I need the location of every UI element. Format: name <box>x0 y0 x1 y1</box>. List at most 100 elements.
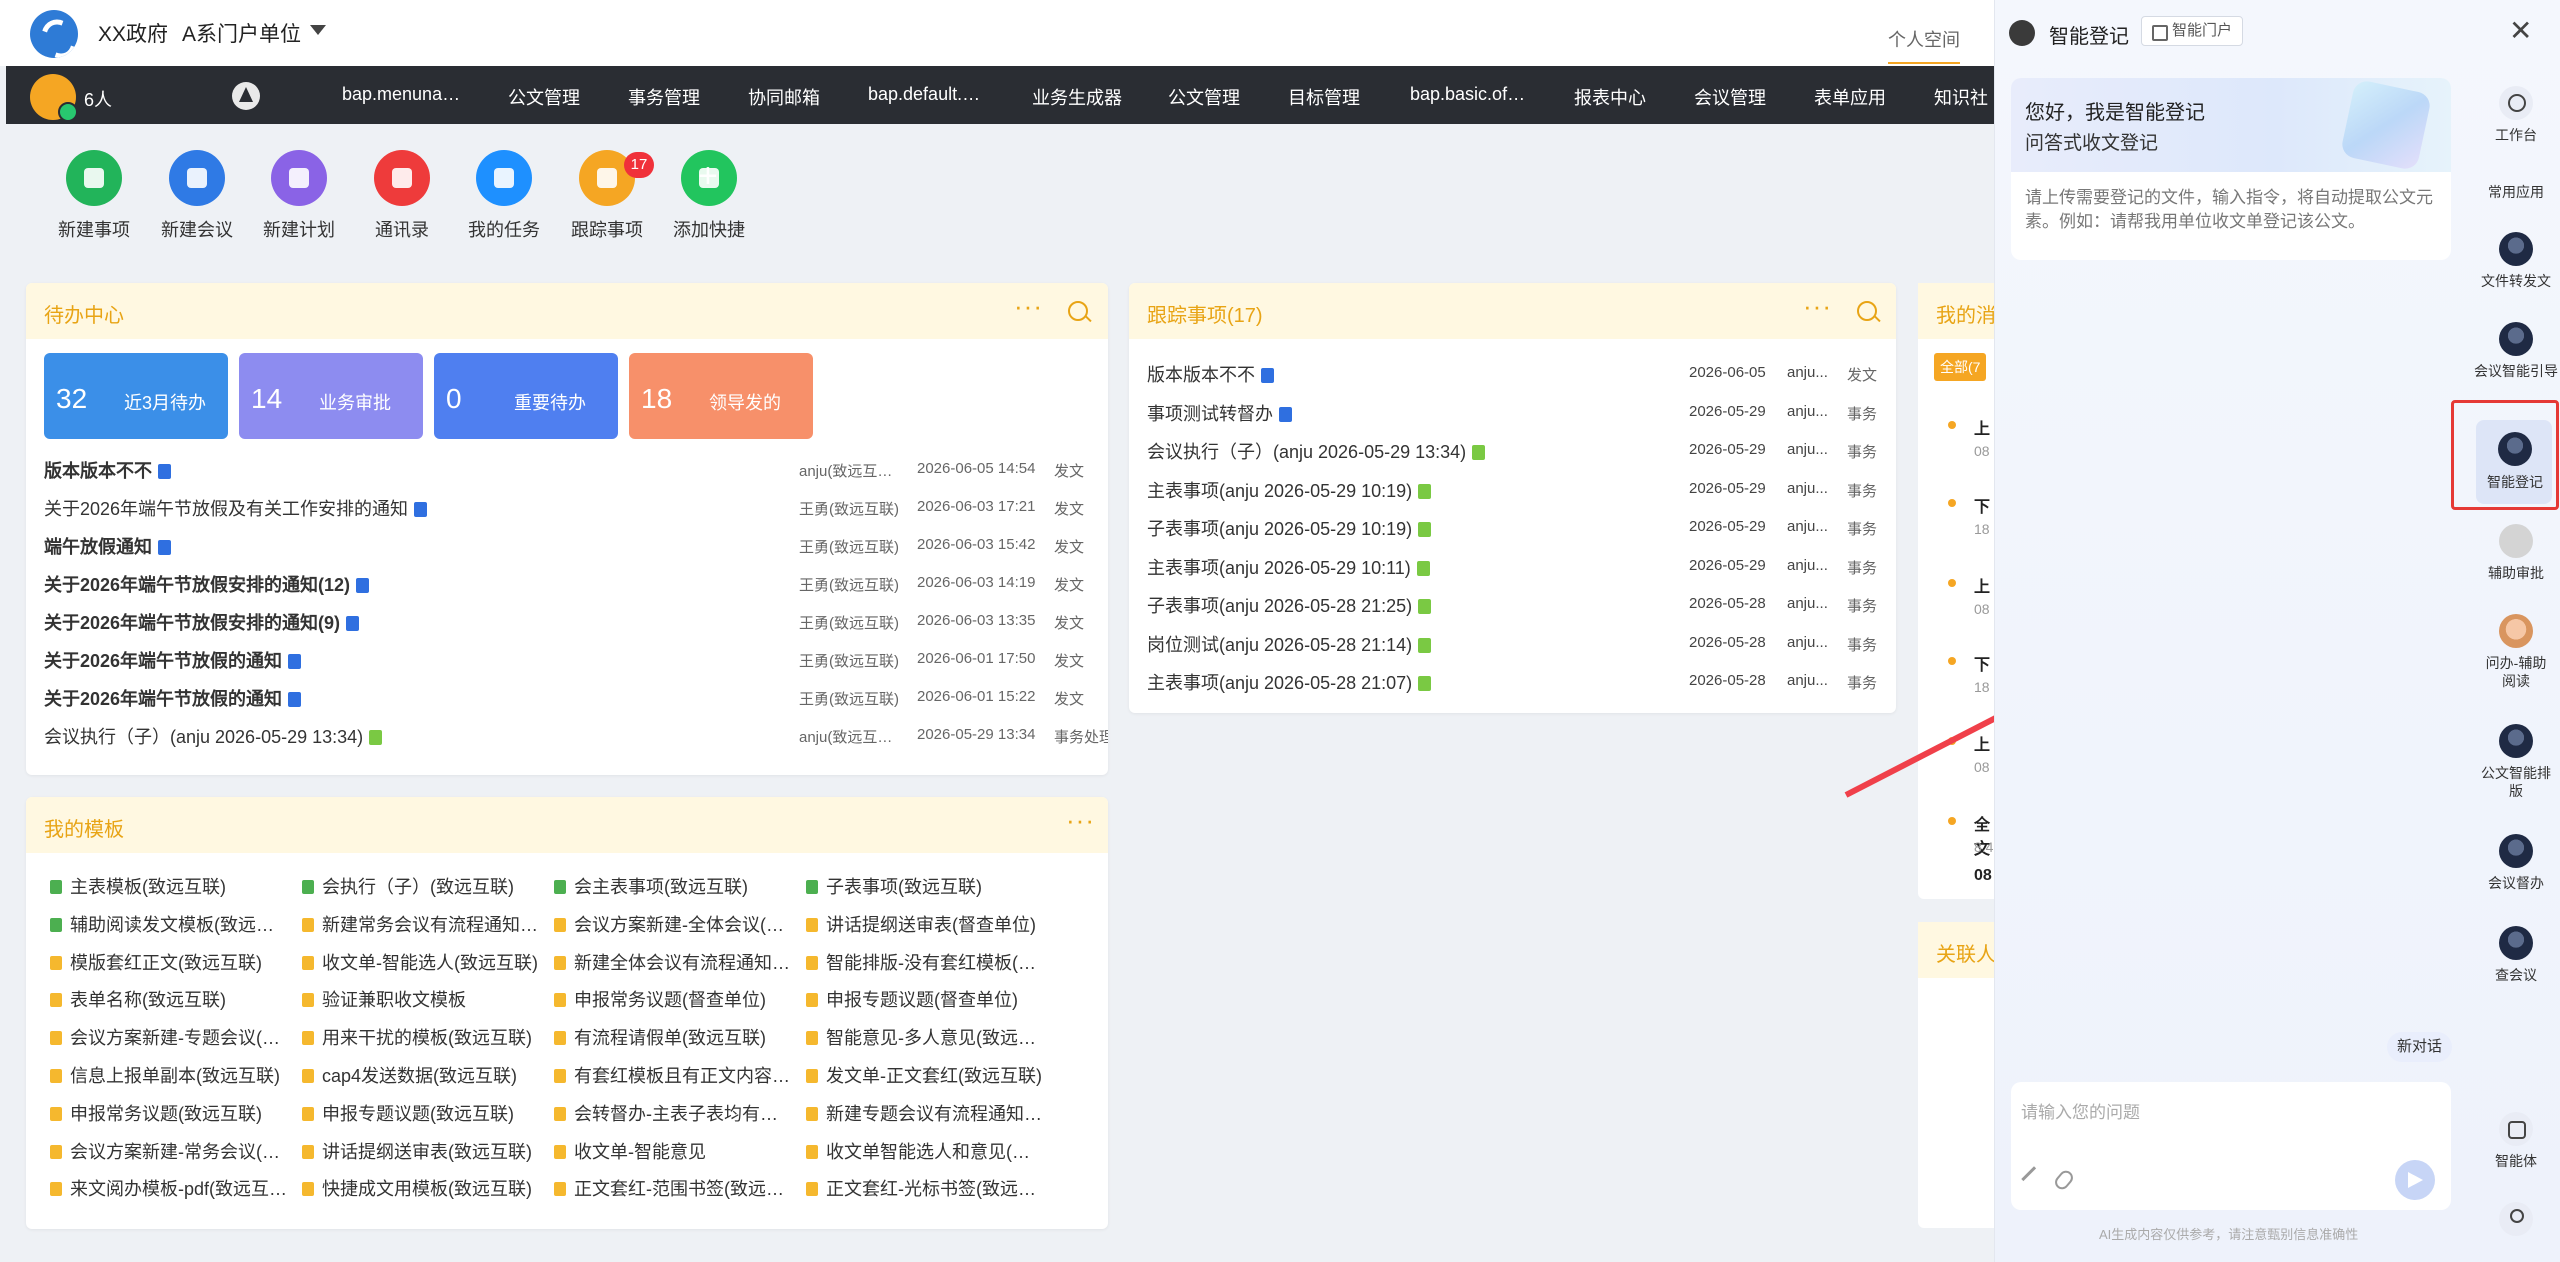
nav-item[interactable]: bap.default.… <box>868 84 980 105</box>
template-item[interactable]: 表单名称(致远互联) <box>50 986 290 1012</box>
message-snippet[interactable]: 上 <box>1974 573 1990 597</box>
rail-user[interactable] <box>2471 1202 2560 1236</box>
todo-row[interactable]: 关于2026年端午节放假安排的通知(9) 王勇(致远互联) 2026-06-03 1… <box>44 601 1094 639</box>
template-item[interactable]: 申报专题议题(督查单位) <box>806 986 1046 1012</box>
template-item[interactable]: 新建全体会议有流程通知… <box>554 949 794 975</box>
template-item[interactable]: 模版套红正文(致远互联) <box>50 949 290 975</box>
tracking-row[interactable]: 子表事项(anju 2026-05-29 10:19) 2026-05-29 anj… <box>1147 507 1887 545</box>
message-snippet[interactable]: 上 <box>1974 731 1990 755</box>
todo-row[interactable]: 端午放假通知 王勇(致远互联) 2026-06-03 15:42 发文 <box>44 525 1094 563</box>
message-snippet[interactable]: 下 <box>1974 493 1990 517</box>
todo-title[interactable]: 关于2026年端午节放假的通知 <box>44 651 282 671</box>
template-item[interactable]: cap4发送数据(致远互联) <box>302 1062 542 1088</box>
tracking-row[interactable]: 子表事项(anju 2026-05-28 21:25) 2026-05-28 anj… <box>1147 584 1887 622</box>
template-item[interactable]: 子表事项(致远互联) <box>806 873 1046 899</box>
template-item[interactable]: 用来干扰的模板(致远互联) <box>302 1024 542 1050</box>
nav-item[interactable]: bap.menuna… <box>342 84 460 105</box>
todo-title[interactable]: 端午放假通知 <box>44 537 152 557</box>
todo-row[interactable]: 关于2026年端午节放假的通知 王勇(致远互联) 2026-06-01 15:22 发… <box>44 677 1094 715</box>
rail-meeting-supervise[interactable]: 会议督办 <box>2471 834 2560 892</box>
tracking-title[interactable]: 子表事项(anju 2026-05-28 21:25) <box>1147 596 1412 616</box>
rail-workbench[interactable]: 工作台 <box>2471 86 2560 144</box>
rail-smart-register-active[interactable]: 智能登记 <box>2470 432 2560 492</box>
template-item[interactable]: 申报常务议题(督查单位) <box>554 986 794 1012</box>
filter-all-tab[interactable]: 全部(7 <box>1934 353 1987 381</box>
message-snippet[interactable]: 08 <box>1974 443 1990 459</box>
template-item[interactable]: 会执行（子）(致远互联) <box>302 873 542 899</box>
rail-meeting-guide[interactable]: 会议智能引导 <box>2471 322 2560 380</box>
nav-item[interactable]: 知识社 <box>1934 84 1988 110</box>
todo-row[interactable]: 关于2026年端午节放假的通知 王勇(致远互联) 2026-06-01 17:50 发… <box>44 639 1094 677</box>
online-people-count[interactable]: 6人 <box>84 86 112 112</box>
nav-logo-icon[interactable] <box>232 82 260 110</box>
question-input[interactable]: 请输入您的问题 <box>2011 1082 2451 1210</box>
template-item[interactable]: 来文阅办模板-pdf(致远互… <box>50 1175 290 1201</box>
template-item[interactable]: 正文套红-范围书签(致远… <box>554 1175 794 1201</box>
quick-new-meeting[interactable]: 新建会议 <box>147 150 247 242</box>
new-chat-button[interactable]: 新对话 <box>2387 1032 2453 1062</box>
todo-title[interactable]: 关于2026年端午节放假及有关工作安排的通知 <box>44 499 408 519</box>
chevron-down-icon[interactable] <box>310 25 326 35</box>
message-snippet[interactable]: 上 <box>1974 415 1990 439</box>
template-item[interactable]: 会议方案新建-全体会议(… <box>554 911 794 937</box>
quick-my-tasks[interactable]: 我的任务 <box>454 150 554 242</box>
tracking-title[interactable]: 主表事项(anju 2026-05-29 10:11) <box>1147 558 1411 578</box>
template-item[interactable]: 讲话提纲送审表(督查单位) <box>806 911 1046 937</box>
template-item[interactable]: 会议方案新建-常务会议(… <box>50 1138 290 1164</box>
template-item[interactable]: 正文套红-光标书签(致远… <box>806 1175 1046 1201</box>
template-item[interactable]: 新建专题会议有流程通知… <box>806 1100 1046 1126</box>
tracking-title[interactable]: 子表事项(anju 2026-05-29 10:19) <box>1147 519 1412 539</box>
template-item[interactable]: 快捷成文用模板(致远互联) <box>302 1175 542 1201</box>
template-item[interactable]: 信息上报单副本(致远互联) <box>50 1062 290 1088</box>
tracking-row[interactable]: 主表事项(anju 2026-05-29 10:11) 2026-05-29 anj… <box>1147 546 1887 584</box>
tab-personal-space[interactable]: 个人空间 <box>1888 26 1960 64</box>
todo-card-recent[interactable]: 32 近3月待办 <box>44 353 228 439</box>
template-item[interactable]: 有套红模板且有正文内容… <box>554 1062 794 1088</box>
rail-file-to-doc[interactable]: 文件转发文 <box>2471 232 2560 290</box>
rail-assist-read[interactable]: 问办-辅助阅读 <box>2471 614 2560 690</box>
nav-item[interactable]: 协同邮箱 <box>748 84 820 110</box>
more-icon[interactable]: ··· <box>1014 291 1043 322</box>
nav-item[interactable]: 公文管理 <box>1168 84 1240 110</box>
message-snippet[interactable]: 18 <box>1974 679 1990 695</box>
template-item[interactable]: 智能意见-多人意见(致远… <box>806 1024 1046 1050</box>
rail-agent[interactable]: 智能体 <box>2471 1112 2560 1170</box>
template-item[interactable]: 会议方案新建-专题会议(… <box>50 1024 290 1050</box>
template-item[interactable]: 新建常务会议有流程通知… <box>302 911 542 937</box>
quick-add-shortcut[interactable]: + 添加快捷 <box>659 150 759 242</box>
search-icon[interactable] <box>1068 301 1088 321</box>
todo-title[interactable]: 关于2026年端午节放假的通知 <box>44 689 282 709</box>
todo-row[interactable]: 会议执行（子）(anju 2026-05-29 13:34) anju(致远互… 2… <box>44 715 1108 753</box>
todo-title[interactable]: 版本版本不不 <box>44 461 152 481</box>
smart-portal-button[interactable]: 智能门户 <box>2141 16 2244 46</box>
template-item[interactable]: 验证兼职收文模板 <box>302 986 542 1012</box>
more-icon[interactable]: ··· <box>1803 291 1832 322</box>
message-snippet[interactable]: 18 <box>1974 521 1990 537</box>
tracking-row[interactable]: 主表事项(anju 2026-05-29 10:19) 2026-05-29 anj… <box>1147 469 1887 507</box>
template-item[interactable]: 有流程请假单(致远互联) <box>554 1024 794 1050</box>
nav-item[interactable]: 公文管理 <box>508 84 580 110</box>
tracking-title[interactable]: 主表事项(anju 2026-05-28 21:07) <box>1147 673 1412 693</box>
todo-row[interactable]: 关于2026年端午节放假安排的通知(12) 王勇(致远互联) 2026-06-03 … <box>44 563 1094 601</box>
nav-item[interactable]: 目标管理 <box>1288 84 1360 110</box>
template-item[interactable]: 申报常务议题(致远互联) <box>50 1100 290 1126</box>
template-item[interactable]: 收文单-智能选人(致远互联) <box>302 949 542 975</box>
todo-title[interactable]: 会议执行（子）(anju 2026-05-29 13:34) <box>44 727 363 747</box>
rail-find-meeting[interactable]: 查会议 <box>2471 926 2560 984</box>
quick-new-plan[interactable]: 新建计划 <box>249 150 349 242</box>
rail-assist-approve[interactable]: 辅助审批 <box>2471 524 2560 582</box>
template-item[interactable]: 收文单智能选人和意见(… <box>806 1138 1046 1164</box>
nav-item[interactable]: 会议管理 <box>1694 84 1766 110</box>
avatar[interactable] <box>30 74 78 122</box>
tracking-row[interactable]: 事项测试转督办 2026-05-29 anju... 事务 <box>1147 392 1887 430</box>
rail-smart-layout[interactable]: 公文智能排版 <box>2471 724 2560 800</box>
nav-item[interactable]: 业务生成器 <box>1032 84 1122 110</box>
template-item[interactable]: 主表模板(致远互联) <box>50 873 290 899</box>
todo-row[interactable]: 版本版本不不 anju(致远互… 2026-06-05 14:54 发文 <box>44 449 1094 487</box>
todo-card-approval[interactable]: 14 业务审批 <box>239 353 423 439</box>
tracking-row[interactable]: 岗位测试(anju 2026-05-28 21:14) 2026-05-28 anj… <box>1147 623 1887 661</box>
search-icon[interactable] <box>1857 301 1877 321</box>
message-snippet[interactable]: 08 <box>1974 759 1990 775</box>
tracking-title[interactable]: 会议执行（子）(anju 2026-05-29 13:34) <box>1147 442 1466 462</box>
nav-item[interactable]: 事务管理 <box>628 84 700 110</box>
